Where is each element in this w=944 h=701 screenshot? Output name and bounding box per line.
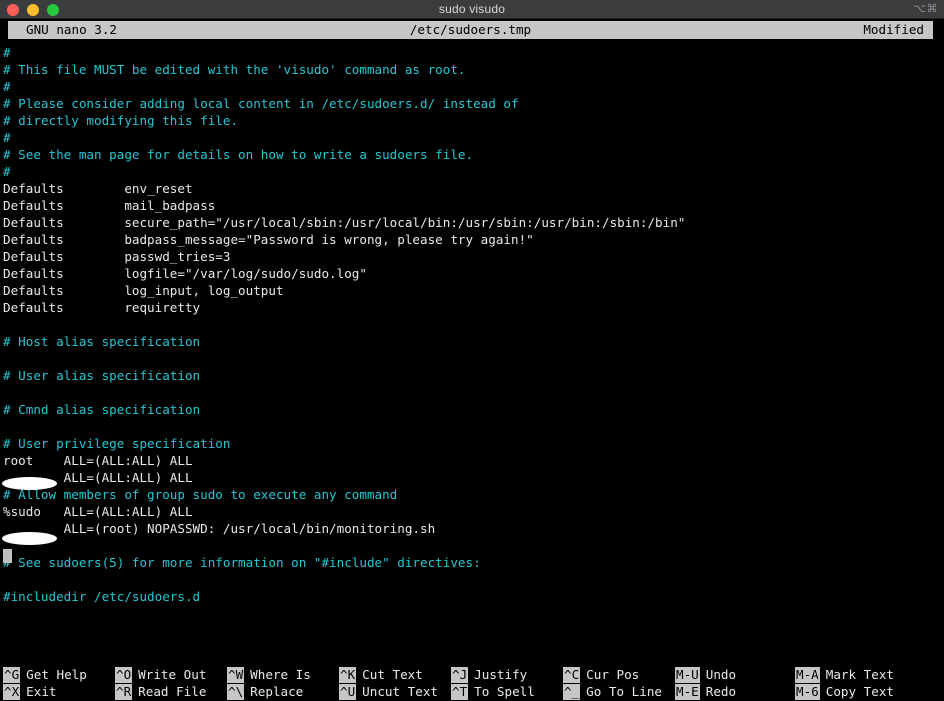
editor-line: # User alias specification (3, 368, 201, 383)
editor-line: # Please consider adding local content i… (3, 96, 519, 111)
editor-line: # (3, 130, 11, 145)
editor-line: # Host alias specification (3, 334, 201, 349)
terminal-window: sudo visudo ⌥⌘ GNU nano 3.2 /etc/sudoers… (0, 0, 944, 701)
shortcut-item[interactable]: M-U Undo (675, 666, 736, 683)
window-title: sudo visudo (438, 2, 506, 16)
command-option-glyph-icon: ⌥⌘ (913, 3, 938, 15)
shortcut-key: ^R (115, 683, 133, 700)
editor-line: ALL=(root) NOPASSWD: /usr/local/bin/moni… (3, 521, 436, 536)
editor-line: Defaults env_reset (3, 181, 193, 196)
shortcut-item[interactable]: ^J Justify (451, 666, 527, 683)
shortcut-key: ^X (3, 683, 21, 700)
editor-line: # User privilege specification (3, 436, 231, 451)
editor-line: # This file MUST be edited with the 'vis… (3, 62, 466, 77)
shortcut-key: ^U (339, 683, 357, 700)
shortcut-key: M-A (795, 666, 820, 683)
shortcut-item[interactable]: ^\ Replace (227, 683, 303, 700)
shortcut-label: To Spell (474, 684, 535, 699)
shortcut-item[interactable]: ^T To Spell (451, 683, 535, 700)
editor-line: # See the man page for details on how to… (3, 147, 474, 162)
shortcut-item[interactable]: M-E Redo (675, 683, 736, 700)
shortcut-item[interactable]: M-6 Copy Text (795, 683, 894, 700)
shortcut-label: Uncut Text (362, 684, 438, 699)
shortcut-key: ^J (451, 666, 469, 683)
editor-line: # See sudoers(5) for more information on… (3, 555, 481, 570)
shortcut-label: Replace (250, 684, 304, 699)
editor-text-area[interactable]: # # This file MUST be edited with the 'vi… (0, 44, 944, 662)
editor-line: # Cmnd alias specification (3, 402, 201, 417)
shortcut-item[interactable]: M-A Mark Text (795, 666, 894, 683)
nano-shortcut-bar: ^G Get Help ^O Write Out ^W Where Is ^K Cut Tex… (0, 666, 944, 701)
shortcut-item[interactable]: ^U Uncut Text (339, 683, 438, 700)
shortcut-label: Get Help (26, 667, 87, 682)
shortcut-key: M-6 (795, 683, 820, 700)
editor-line: Defaults requiretty (3, 300, 201, 315)
shortcut-key: ^\ (227, 683, 245, 700)
shortcut-key: ^T (451, 683, 469, 700)
editor-line: Defaults mail_badpass (3, 198, 216, 213)
shortcut-key: M-U (675, 666, 700, 683)
editor-line: Defaults badpass_message="Password is wr… (3, 232, 534, 247)
shortcut-row-1: ^G Get Help ^O Write Out ^W Where Is ^K Cut Tex… (0, 666, 944, 683)
shortcut-label: Write Out (138, 667, 207, 682)
shortcut-label: Where Is (250, 667, 311, 682)
text-cursor (3, 549, 12, 563)
shortcut-label: Cur Pos (586, 667, 640, 682)
shortcut-key: ^C (563, 666, 581, 683)
shortcut-key: ^O (115, 666, 133, 683)
editor-line: Defaults secure_path="/usr/local/sbin:/u… (3, 215, 686, 230)
shortcut-item[interactable]: ^_ Go To Line (563, 683, 662, 700)
editor-line: # (3, 79, 11, 94)
editor-line: # (3, 45, 11, 60)
nano-filename: /etc/sudoers.tmp (409, 22, 532, 37)
shortcut-label: Exit (26, 684, 57, 699)
editor-line: # Allow members of group sudo to execute… (3, 487, 398, 502)
shortcut-label: Cut Text (362, 667, 423, 682)
editor-line: Defaults passwd_tries=3 (3, 249, 231, 264)
shortcut-key: M-E (675, 683, 700, 700)
shortcut-item[interactable]: ^C Cur Pos (563, 666, 639, 683)
editor-line: # (3, 164, 11, 179)
shortcut-item[interactable]: ^G Get Help (3, 666, 87, 683)
shortcut-label: Justify (474, 667, 528, 682)
shortcut-label: Redo (705, 684, 737, 699)
editor-line: root ALL=(ALL:ALL) ALL (3, 453, 193, 468)
editor-line: #includedir /etc/sudoers.d (3, 589, 201, 604)
editor-line: # directly modifying this file. (3, 113, 239, 128)
shortcut-label: Mark Text (825, 667, 894, 682)
shortcut-key: ^W (227, 666, 245, 683)
shortcut-item[interactable]: ^O Write Out (115, 666, 206, 683)
shortcut-key: ^K (339, 666, 357, 683)
editor-line: ALL=(ALL:ALL) ALL (3, 470, 193, 485)
shortcut-label: Copy Text (825, 684, 894, 699)
shortcut-label: Read File (138, 684, 207, 699)
shortcut-item[interactable]: ^R Read File (115, 683, 206, 700)
window-titlebar: sudo visudo ⌥⌘ (0, 0, 944, 19)
editor-line: Defaults logfile="/var/log/sudo/sudo.log… (3, 266, 367, 281)
editor-line: %sudo ALL=(ALL:ALL) ALL (3, 504, 193, 519)
shortcut-item[interactable]: ^K Cut Text (339, 666, 423, 683)
nano-status-bar: GNU nano 3.2 /etc/sudoers.tmp Modified (8, 21, 933, 39)
shortcut-item[interactable]: ^X Exit (3, 683, 57, 700)
shortcut-row-2: ^X Exit ^R Read File ^\ Replace ^U Uncut Text ^T… (0, 683, 944, 700)
editor-line: Defaults log_input, log_output (3, 283, 284, 298)
shortcut-key: ^G (3, 666, 21, 683)
nano-modified-flag: Modified (863, 22, 924, 37)
shortcut-label: Go To Line (586, 684, 662, 699)
shortcut-key: ^_ (563, 683, 581, 700)
shortcut-item[interactable]: ^W Where Is (227, 666, 311, 683)
shortcut-label: Undo (705, 667, 737, 682)
